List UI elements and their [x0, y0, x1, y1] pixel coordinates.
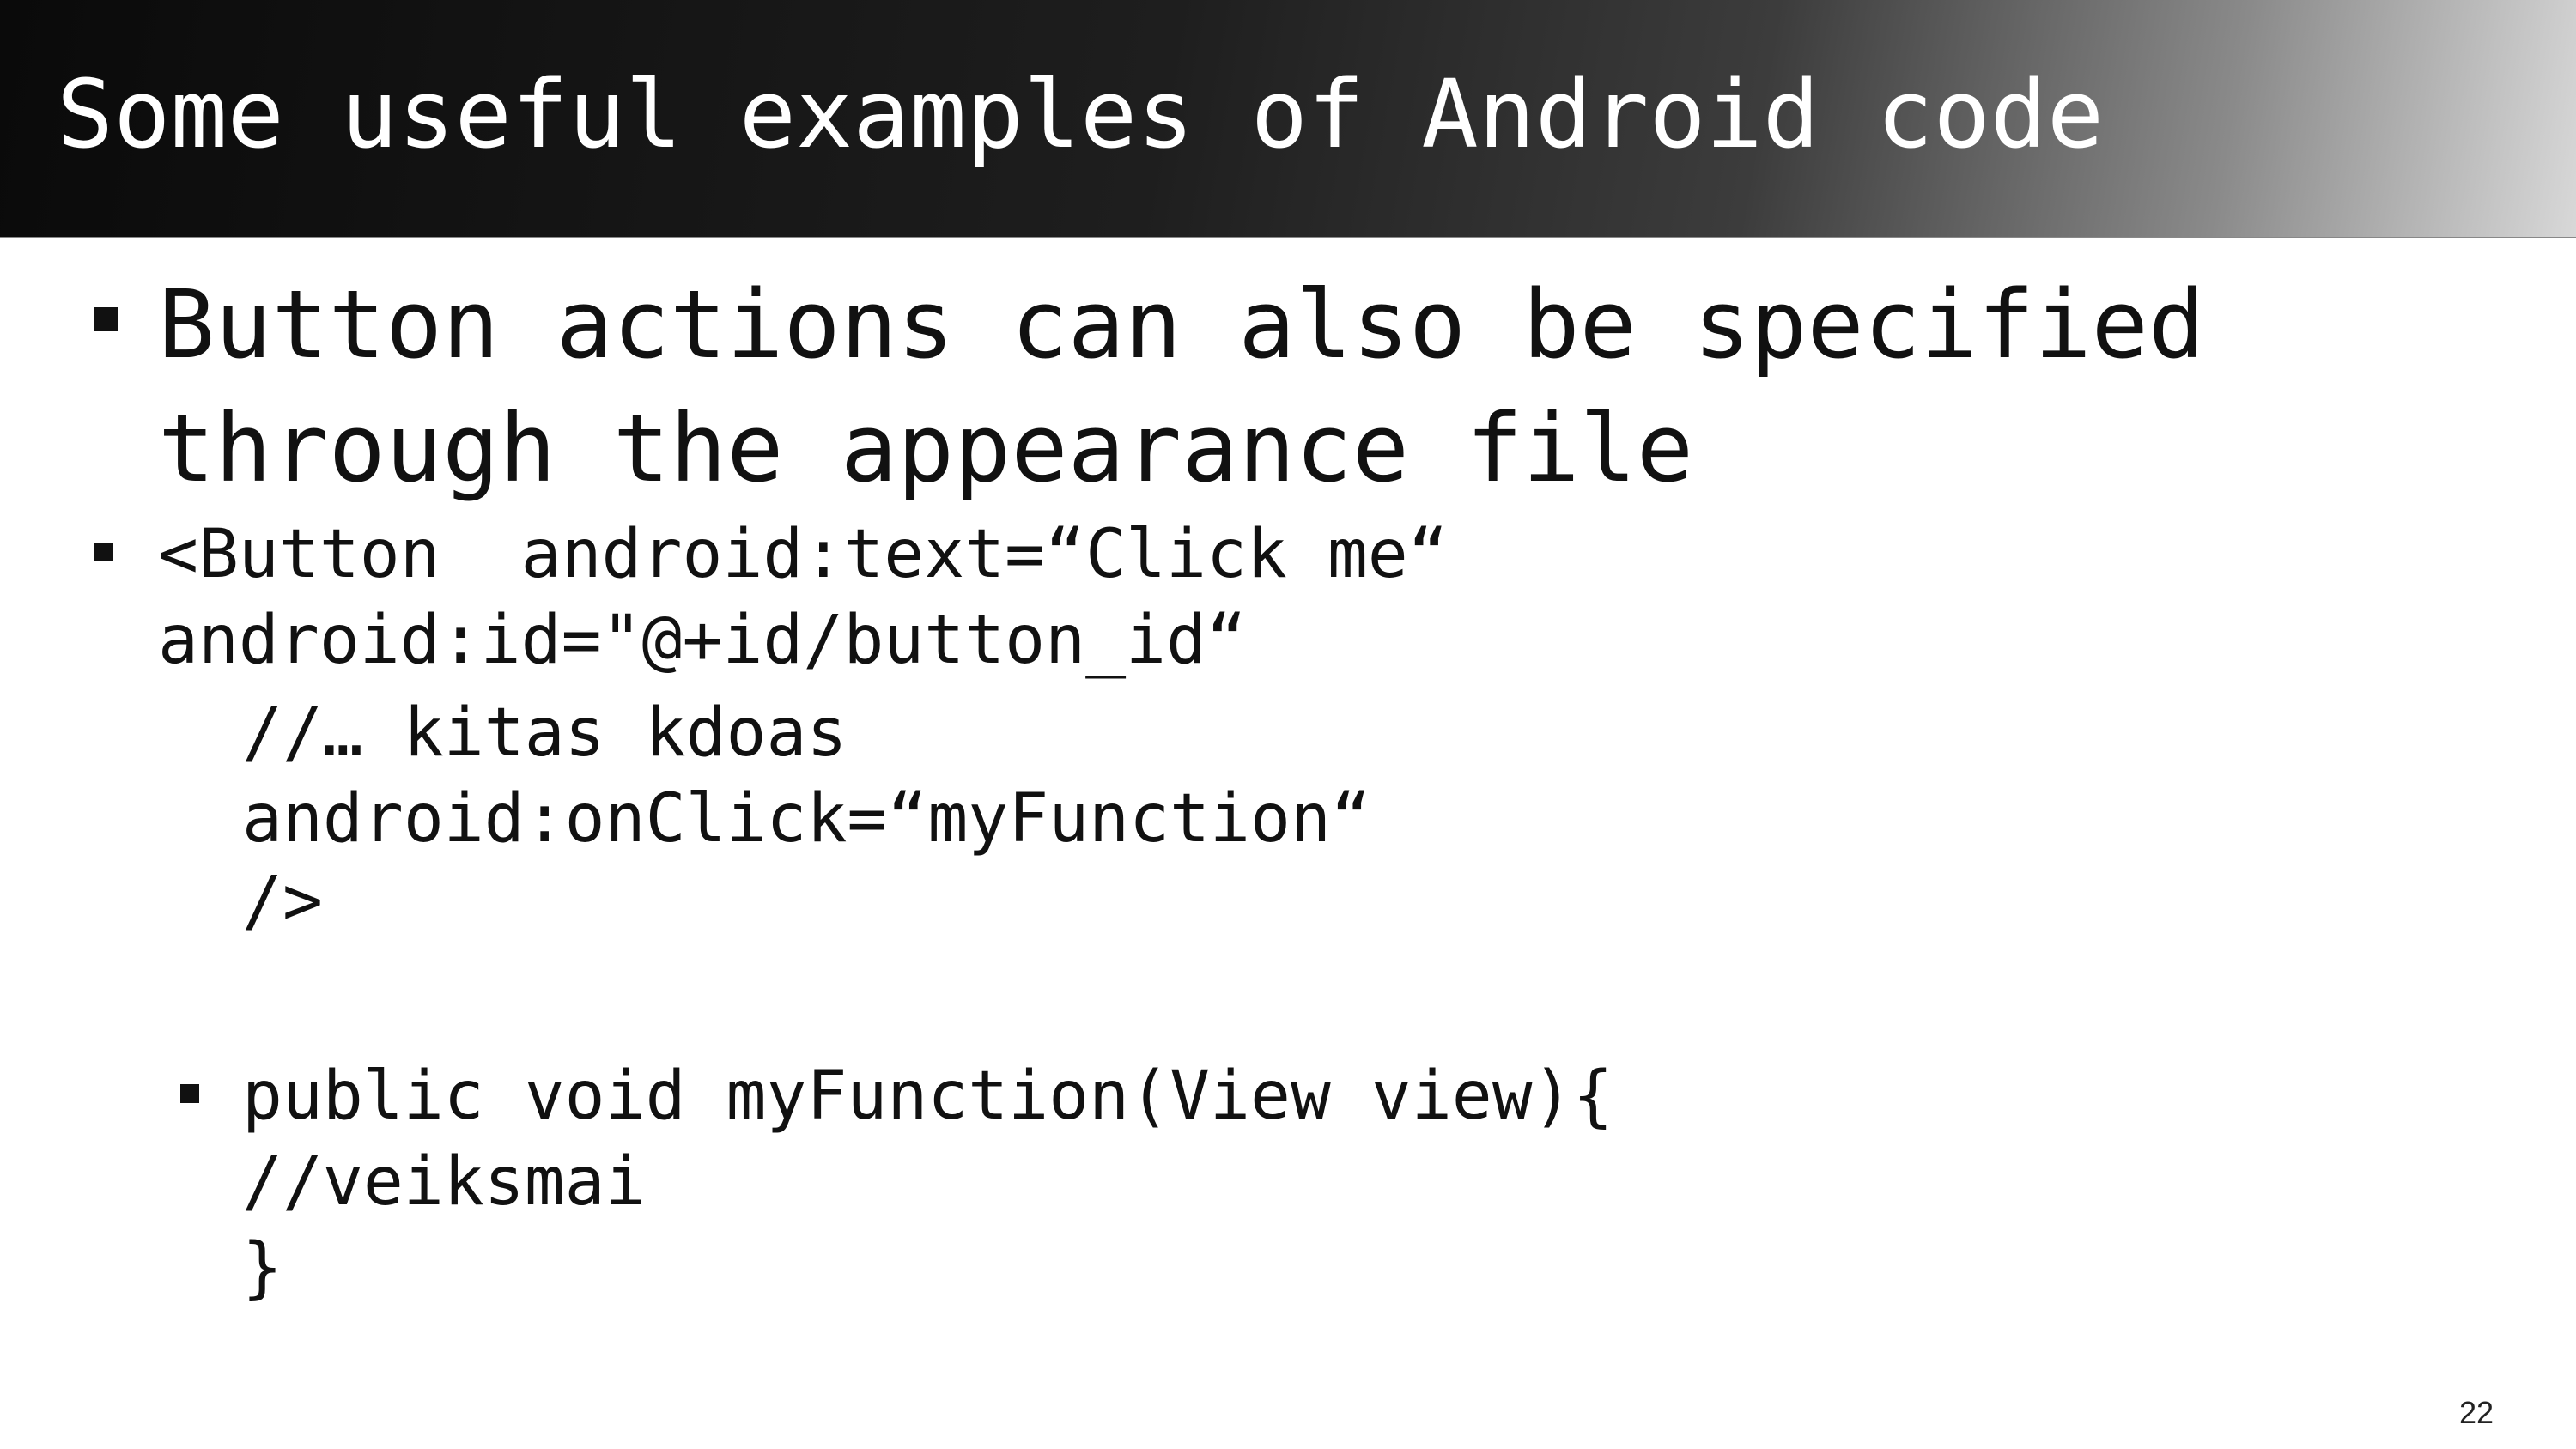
- bullet-2-continuation-1: //… kitas kdoas: [242, 694, 848, 772]
- bullet-square-icon: [180, 1084, 199, 1103]
- bullet-3-line-1: public void myFunction(View view){: [242, 1058, 1613, 1135]
- slide-title: Some useful examples of Android code: [57, 59, 2105, 169]
- page-number: 22: [2458, 1395, 2494, 1430]
- bullet-2-line-1: <Button android:text=“Click me“: [158, 516, 1449, 593]
- bullet-square-icon: [94, 543, 113, 561]
- slide: Some useful examples of Android code But…: [0, 0, 2576, 1449]
- bullet-1-line-2: through the appearance file: [158, 393, 1694, 503]
- bullet-2-continuation-3: />: [242, 863, 323, 940]
- bullet-square-icon: [94, 307, 118, 331]
- bullet-1-line-1: Button actions can also be specified: [158, 270, 2206, 379]
- bullet-3-line-3: }: [242, 1229, 283, 1307]
- bullet-2-line-2: android:id="@+id/button_id“: [158, 602, 1247, 679]
- bullet-2-continuation-2: android:onClick=“myFunction“: [242, 780, 1371, 858]
- title-bar: Some useful examples of Android code: [0, 0, 2576, 238]
- bullet-3-line-2: //veiksmai: [242, 1143, 646, 1221]
